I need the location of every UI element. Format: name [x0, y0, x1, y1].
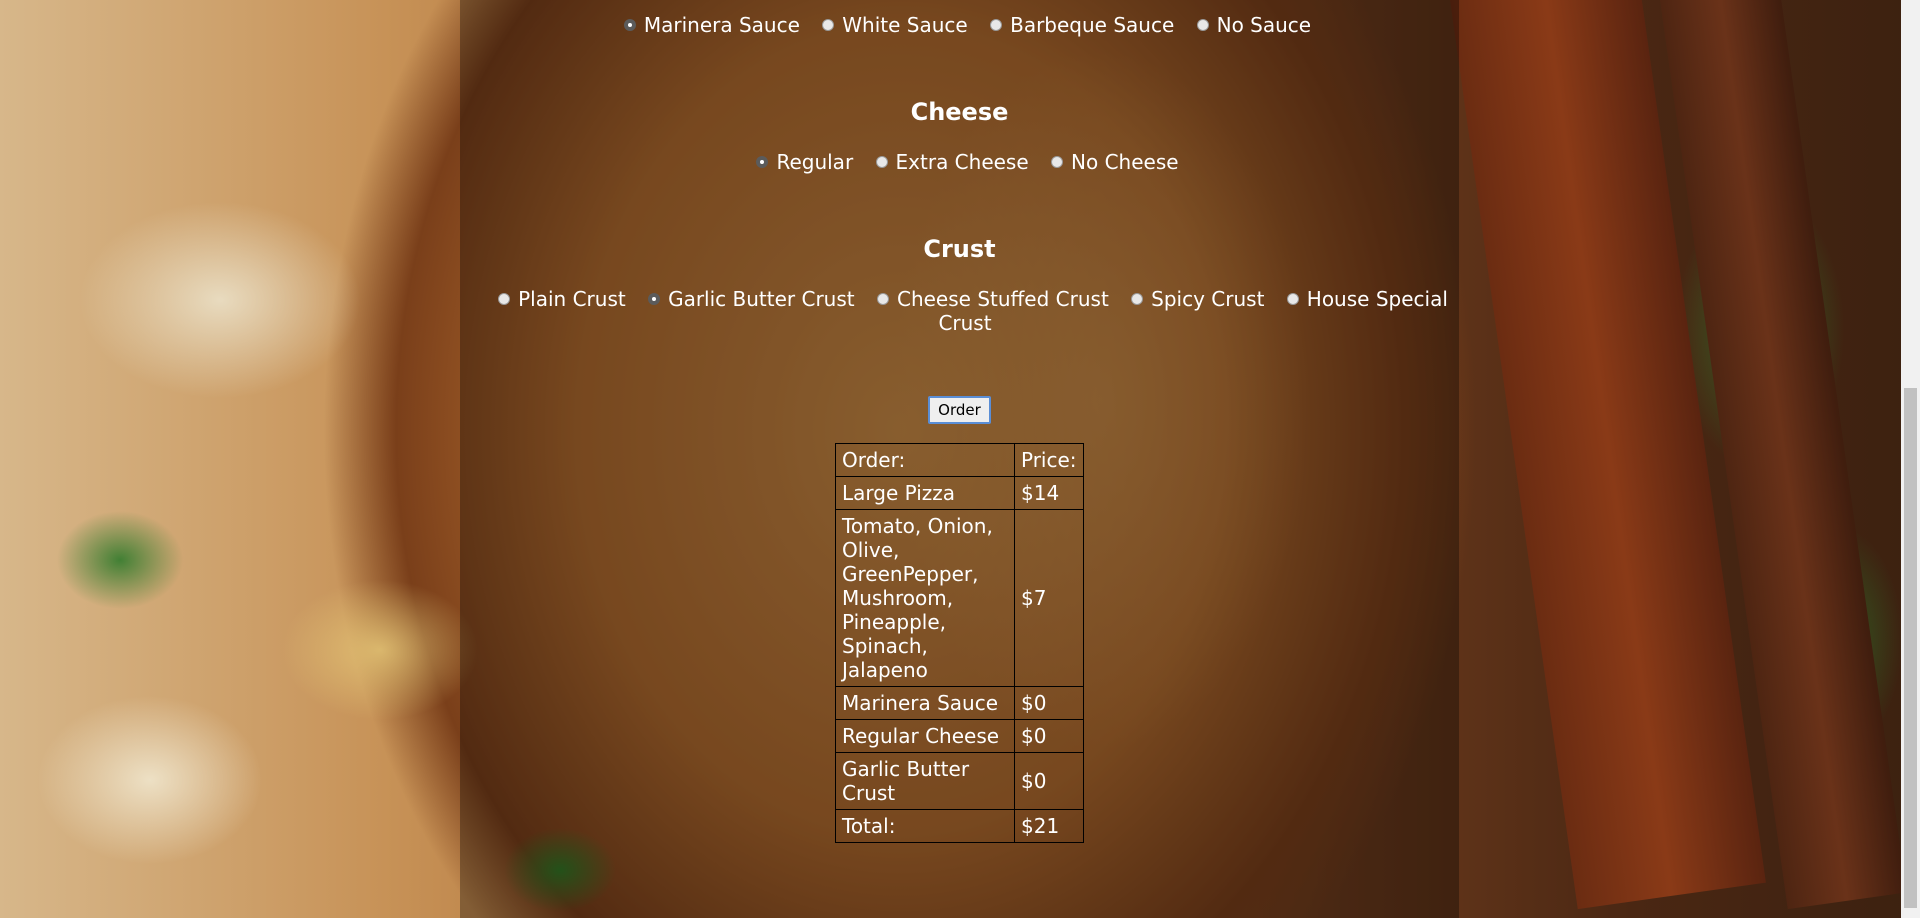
- sauce-label-none: No Sauce: [1216, 13, 1312, 37]
- sauce-label-barbeque: Barbeque Sauce: [1010, 13, 1175, 37]
- row-price: $0: [1014, 752, 1084, 810]
- total-label: Total:: [835, 809, 1015, 843]
- row-item: Large Pizza: [835, 476, 1015, 510]
- table-row: Regular Cheese $0: [835, 719, 1084, 753]
- cheese-heading: Cheese: [910, 98, 1009, 126]
- crust-option[interactable]: Garlic Butter Crust: [632, 287, 855, 311]
- table-row: Garlic Butter Crust $0: [835, 752, 1084, 810]
- cheese-label-none: No Cheese: [1071, 150, 1179, 174]
- pizza-order-page: Marinera Sauce White Sauce Barbeque Sauc…: [0, 0, 1920, 918]
- sauce-label-white: White Sauce: [842, 13, 968, 37]
- table-header-row: Order: Price:: [835, 443, 1084, 477]
- sauce-radio-marinera[interactable]: [623, 19, 636, 31]
- cheese-label-regular: Regular: [776, 150, 854, 174]
- crust-option[interactable]: Spicy Crust: [1115, 287, 1264, 311]
- cheese-option[interactable]: Extra Cheese: [860, 150, 1029, 174]
- sauce-option[interactable]: Marinera Sauce: [608, 13, 800, 37]
- row-price: $14: [1014, 476, 1084, 510]
- crust-option[interactable]: Plain Crust: [482, 287, 626, 311]
- crust-label-spicy: Spicy Crust: [1151, 287, 1265, 311]
- sauce-radio-none[interactable]: [1196, 19, 1209, 31]
- order-summary-table: Order: Price: Large Pizza $14 Tomato, On…: [835, 443, 1084, 843]
- crust-radio-house-special[interactable]: [1286, 293, 1299, 305]
- cheese-label-extra: Extra Cheese: [895, 150, 1029, 174]
- crust-radio-cheese-stuffed[interactable]: [876, 293, 889, 305]
- cheese-radio-extra[interactable]: [875, 156, 888, 168]
- sauce-radio-barbeque[interactable]: [990, 19, 1003, 31]
- sauce-options: Marinera Sauce White Sauce Barbeque Sauc…: [460, 13, 1459, 37]
- sauce-label-marinera: Marinera Sauce: [643, 13, 800, 37]
- order-button[interactable]: Order: [928, 396, 991, 424]
- row-item: Marinera Sauce: [835, 686, 1015, 720]
- table-row: Large Pizza $14: [835, 476, 1084, 510]
- scrollbar-thumb[interactable]: [1904, 388, 1917, 908]
- crust-radio-spicy[interactable]: [1131, 293, 1144, 305]
- cheese-options: Regular Extra Cheese No Cheese: [460, 150, 1459, 174]
- crust-label-garlic-butter: Garlic Butter Crust: [668, 287, 855, 311]
- crust-heading: Crust: [923, 235, 996, 263]
- cheese-option[interactable]: Regular: [740, 150, 853, 174]
- sauce-option[interactable]: White Sauce: [806, 13, 968, 37]
- crust-label-plain: Plain Crust: [518, 287, 626, 311]
- sauce-radio-white[interactable]: [822, 19, 835, 31]
- table-row: Marinera Sauce $0: [835, 686, 1084, 720]
- row-price: $0: [1014, 719, 1084, 753]
- crust-options: Plain Crust Garlic Butter Crust Cheese S…: [470, 287, 1460, 335]
- header-order: Order:: [835, 443, 1015, 477]
- cheese-option[interactable]: No Cheese: [1035, 150, 1179, 174]
- vertical-scrollbar[interactable]: [1901, 0, 1920, 918]
- cheese-radio-regular[interactable]: [756, 156, 769, 168]
- table-row: Tomato, Onion, Olive, GreenPepper, Mushr…: [835, 509, 1084, 687]
- row-price: $0: [1014, 686, 1084, 720]
- cheese-radio-none[interactable]: [1051, 156, 1064, 168]
- crust-radio-plain[interactable]: [498, 293, 511, 305]
- total-price: $21: [1014, 809, 1084, 843]
- row-item: Garlic Butter Crust: [835, 752, 1015, 810]
- crust-label-cheese-stuffed: Cheese Stuffed Crust: [896, 287, 1109, 311]
- table-total-row: Total: $21: [835, 809, 1084, 843]
- header-price: Price:: [1014, 443, 1084, 477]
- sauce-option[interactable]: Barbeque Sauce: [974, 13, 1174, 37]
- row-item: Tomato, Onion, Olive, GreenPepper, Mushr…: [835, 509, 1015, 687]
- sauce-option[interactable]: No Sauce: [1181, 13, 1311, 37]
- row-price: $7: [1014, 509, 1084, 687]
- crust-radio-garlic-butter[interactable]: [648, 293, 661, 305]
- row-item: Regular Cheese: [835, 719, 1015, 753]
- crust-option[interactable]: Cheese Stuffed Crust: [861, 287, 1109, 311]
